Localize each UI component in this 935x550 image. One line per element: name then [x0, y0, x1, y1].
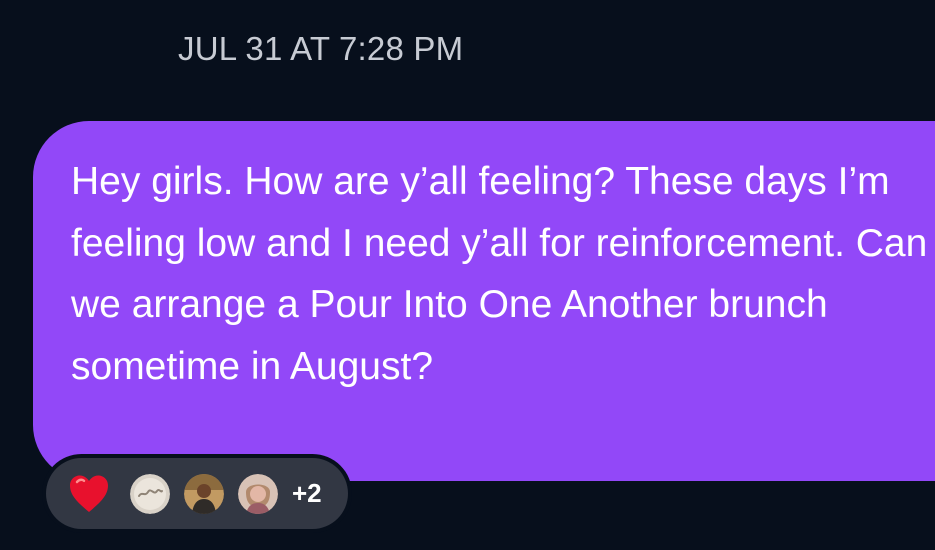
message-text: Hey girls. How are y’all feeling? These …	[71, 160, 928, 388]
more-reactions-count[interactable]: +2	[292, 478, 322, 509]
chat-screen: JUL 31 AT 7:28 PM Hey girls. How are y’a…	[0, 0, 935, 550]
message-timestamp: JUL 31 AT 7:28 PM	[178, 30, 464, 67]
red-heart-icon	[70, 475, 108, 512]
reactor-avatar-2[interactable]	[184, 473, 224, 514]
reactor-avatar-3[interactable]	[238, 473, 278, 514]
message-bubble[interactable]: Hey girls. How are y’all feeling? These …	[33, 121, 935, 481]
smile-avatar[interactable]	[130, 473, 170, 514]
reactions-pill[interactable]: +2	[46, 458, 348, 529]
